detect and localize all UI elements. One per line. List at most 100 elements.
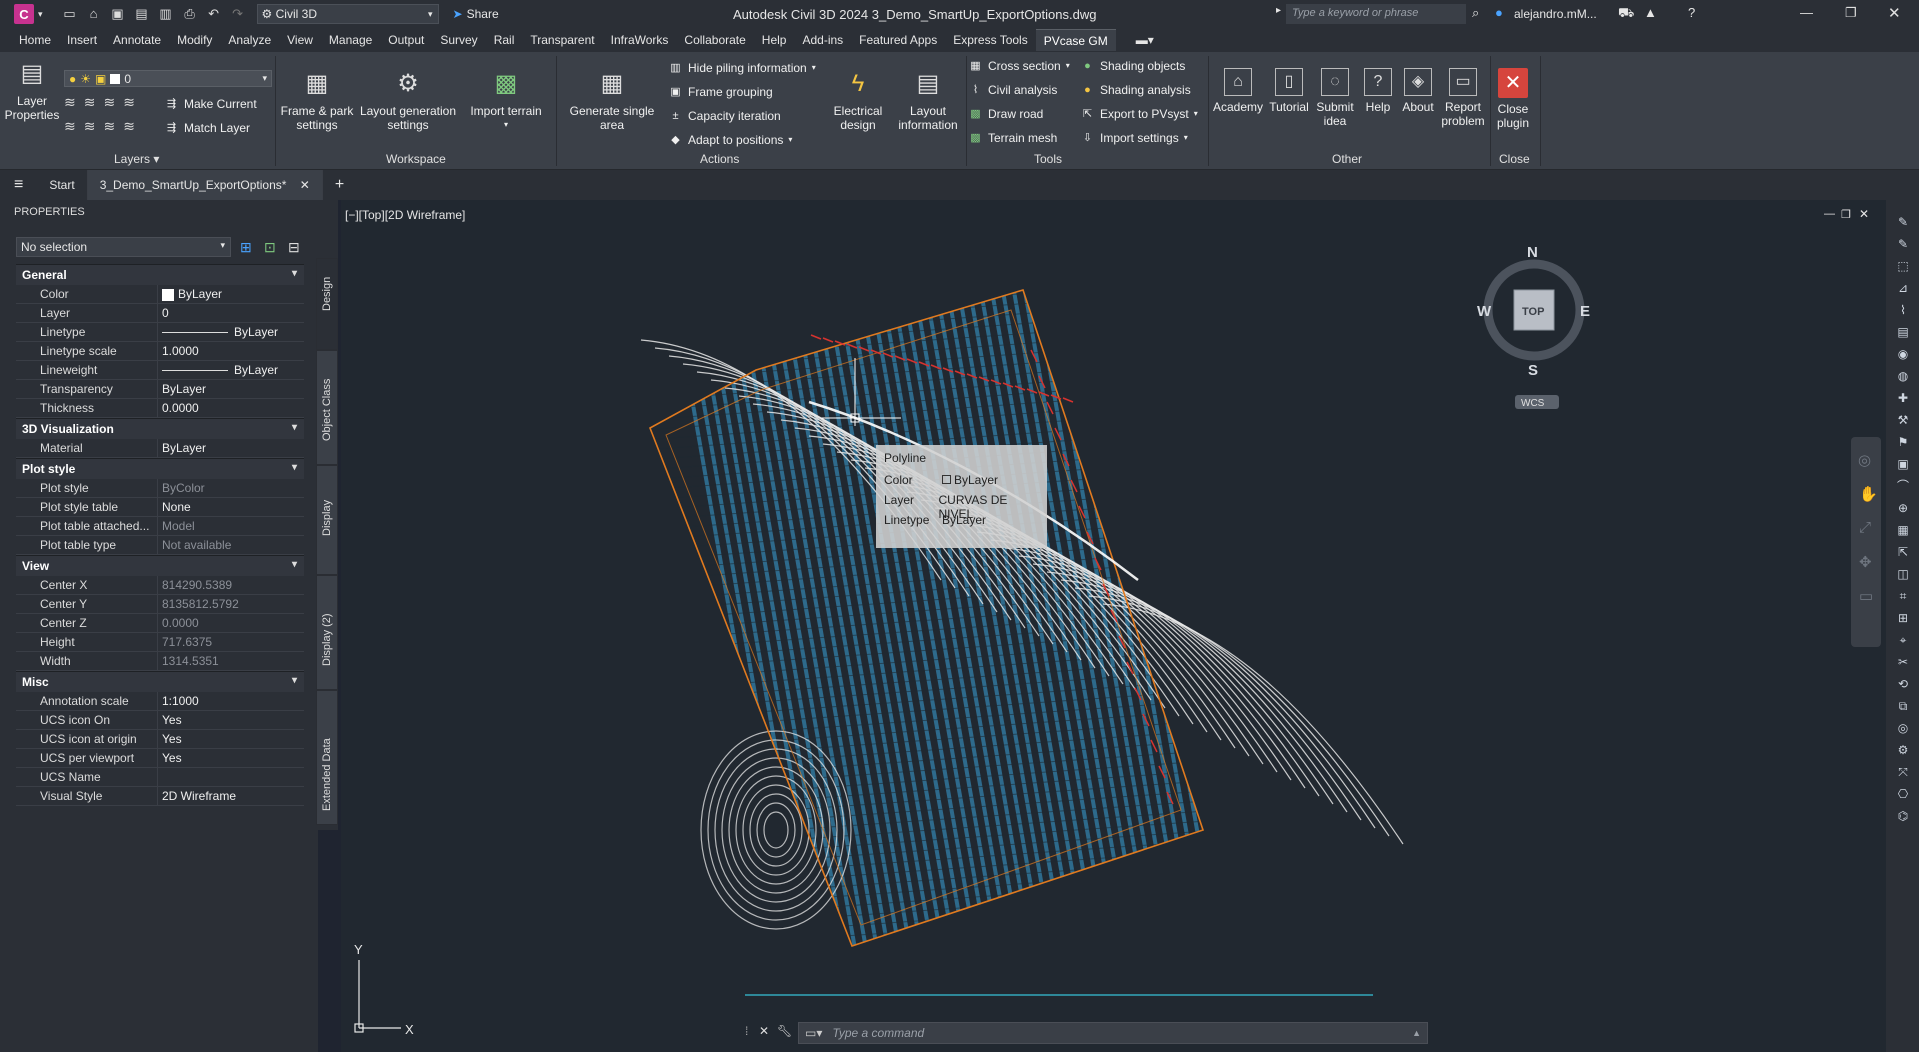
property-row[interactable]: Height 717.6375 xyxy=(16,633,304,652)
match-layer-button[interactable]: ⇶ Match Layer xyxy=(164,120,250,135)
open-file-icon[interactable]: ⌂ xyxy=(85,6,103,22)
property-row[interactable]: Linetype ByLayer xyxy=(16,323,304,342)
report-problem-button[interactable]: ▭ Report problem xyxy=(1438,68,1488,128)
shading-objects-button[interactable]: ● Shading objects xyxy=(1080,58,1185,73)
tool-palette-icon[interactable]: ✎ xyxy=(1895,214,1911,230)
site-drawing[interactable]: X Y TOP N S E W WCS xyxy=(341,200,1886,1052)
workspace-select[interactable]: ⚙ Civil 3D ▾ xyxy=(256,4,439,24)
tool-palette-icon[interactable]: ⊞ xyxy=(1895,610,1911,626)
hide-piling-button[interactable]: ▥ Hide piling information ▾ xyxy=(668,60,815,75)
tab-annotate[interactable]: Annotate xyxy=(105,29,169,51)
save-as-icon[interactable]: ▤ xyxy=(133,6,151,22)
property-value[interactable]: ByLayer xyxy=(158,361,304,379)
category-plot-style[interactable]: Plot style ▾ xyxy=(16,458,304,479)
tool-palette-icon[interactable]: ✂ xyxy=(1895,654,1911,670)
tab-help[interactable]: Help xyxy=(754,29,795,51)
cart-icon[interactable]: ⛟ xyxy=(1618,5,1634,23)
print-icon[interactable]: ⎙ xyxy=(181,6,199,22)
property-row[interactable]: Visual Style 2D Wireframe xyxy=(16,787,304,806)
tool-palette-icon[interactable]: ⌗ xyxy=(1895,588,1911,604)
compass-east[interactable]: E xyxy=(1580,303,1590,320)
frame-park-settings-button[interactable]: ▦ Frame & park settings xyxy=(278,68,356,133)
tab-addins[interactable]: Add-ins xyxy=(794,29,851,51)
property-value[interactable]: 1:1000 xyxy=(158,692,304,710)
compass-south[interactable]: S xyxy=(1528,362,1538,379)
import-terrain-button[interactable]: ▩ Import terrain ▾ xyxy=(466,68,546,132)
tool-palette-icon[interactable]: ◉ xyxy=(1895,346,1911,362)
about-button[interactable]: ◈ About xyxy=(1398,68,1438,114)
toggle-pickadd-icon[interactable]: ⊞ xyxy=(240,239,252,256)
app-menu-arrow-icon[interactable]: ▾ xyxy=(38,9,43,20)
command-close-icon[interactable]: ✕ xyxy=(759,1024,769,1038)
command-history-icon[interactable]: ▲ xyxy=(1412,1028,1421,1038)
property-row[interactable]: Width 1314.5351 xyxy=(16,652,304,671)
viewcube-top-face[interactable]: TOP xyxy=(1522,306,1544,318)
command-customize-icon[interactable]: 🔧︎ xyxy=(777,1024,792,1038)
steering-wheel-icon[interactable]: ◎ xyxy=(1858,451,1871,469)
drawing-viewport[interactable]: [−][Top][2D Wireframe] — ❐ ✕ X Y TOP N S… xyxy=(341,200,1886,1052)
cross-section-button[interactable]: ▦ Cross section ▾ xyxy=(968,58,1069,73)
tool-palette-icon[interactable]: ⊕ xyxy=(1895,500,1911,516)
property-row[interactable]: Center Z 0.0000 xyxy=(16,614,304,633)
tool-palette-icon[interactable]: ⚑ xyxy=(1895,434,1911,450)
layout-information-button[interactable]: ▤ Layout information xyxy=(892,68,964,133)
tab-rail[interactable]: Rail xyxy=(486,29,523,51)
submit-idea-button[interactable]: ◌ Submit idea xyxy=(1312,68,1358,128)
generate-single-area-button[interactable]: ▦ Generate single area xyxy=(566,68,658,133)
tool-palette-icon[interactable]: ⇱ xyxy=(1895,544,1911,560)
terrain-mesh-button[interactable]: ▩ Terrain mesh xyxy=(968,130,1057,145)
minimize-icon[interactable]: — xyxy=(1800,5,1813,20)
close-window-icon[interactable]: ✕ xyxy=(1888,4,1901,22)
tab-transparent[interactable]: Transparent xyxy=(522,29,602,51)
orbit-icon[interactable]: ✥ xyxy=(1859,553,1872,571)
redo-icon[interactable]: ↷ xyxy=(229,6,247,22)
tool-palette-icon[interactable]: ◍ xyxy=(1895,368,1911,384)
pan-icon[interactable]: ✋ xyxy=(1859,485,1878,503)
tool-palette-icon[interactable]: ▦ xyxy=(1895,522,1911,538)
compass-north[interactable]: N xyxy=(1527,244,1538,261)
property-value[interactable]: ByLayer xyxy=(158,323,304,341)
selection-dropdown[interactable]: No selection ▾ xyxy=(16,237,231,257)
side-tab-object-class[interactable]: Object Class xyxy=(316,350,338,465)
draw-road-button[interactable]: ▩ Draw road xyxy=(968,106,1043,121)
tool-palette-icon[interactable]: ⌖ xyxy=(1895,632,1911,648)
electrical-design-button[interactable]: ϟ Electrical design xyxy=(828,68,888,133)
new-file-icon[interactable]: ▭ xyxy=(61,6,79,22)
property-row[interactable]: UCS icon On Yes xyxy=(16,711,304,730)
select-objects-icon[interactable]: ⊡ xyxy=(264,239,276,256)
adapt-positions-button[interactable]: ◆ Adapt to positions ▾ xyxy=(668,132,792,147)
side-tab-display-2[interactable]: Display (2) xyxy=(316,575,338,690)
share-button[interactable]: ➤ Share xyxy=(453,7,499,21)
tab-survey[interactable]: Survey xyxy=(432,29,485,51)
civil-analysis-button[interactable]: ⌇ Civil analysis xyxy=(968,82,1058,97)
tool-palette-icon[interactable]: ⤧ xyxy=(1895,764,1911,780)
close-tab-icon[interactable]: ✕ xyxy=(300,178,310,192)
new-tab-icon[interactable]: + xyxy=(323,170,356,200)
property-value[interactable]: None xyxy=(158,498,304,516)
restore-icon[interactable]: ❐ xyxy=(1845,5,1857,21)
category-misc[interactable]: Misc ▾ xyxy=(16,671,304,692)
property-row[interactable]: Plot style ByColor xyxy=(16,479,304,498)
tool-palette-icon[interactable]: ⚒ xyxy=(1895,412,1911,428)
tool-palette-icon[interactable]: ⎔ xyxy=(1895,786,1911,802)
search-expand-icon[interactable]: ▸ xyxy=(1276,5,1281,16)
layer-properties-button[interactable]: ▤ Layer Properties xyxy=(4,58,60,123)
showmotion-icon[interactable]: ▭ xyxy=(1859,587,1873,605)
hamburger-menu-icon[interactable]: ≡ xyxy=(0,170,37,200)
property-row[interactable]: Layer 0 xyxy=(16,304,304,323)
layout-generation-settings-button[interactable]: ⚙ Layout generation settings xyxy=(356,68,460,133)
property-row[interactable]: Center Y 8135812.5792 xyxy=(16,595,304,614)
export-pvsyst-button[interactable]: ⇱ Export to PVsyst ▾ xyxy=(1080,106,1198,121)
academy-button[interactable]: ⌂ Academy xyxy=(1210,68,1266,114)
property-value[interactable] xyxy=(158,768,304,786)
tool-palette-icon[interactable]: ⌇ xyxy=(1895,302,1911,318)
tool-palette-icon[interactable]: ⧉ xyxy=(1895,698,1911,714)
tool-palette-icon[interactable]: ✎ xyxy=(1895,236,1911,252)
autodesk-icon[interactable]: ▲ xyxy=(1644,5,1657,20)
user-icon[interactable]: ● xyxy=(1495,5,1503,20)
frame-grouping-button[interactable]: ▣ Frame grouping xyxy=(668,84,772,99)
search-input[interactable]: Type a keyword or phrase xyxy=(1286,4,1466,24)
help-icon[interactable]: ? xyxy=(1688,5,1695,20)
tool-palette-icon[interactable]: ⟲ xyxy=(1895,676,1911,692)
tab-output[interactable]: Output xyxy=(380,29,432,51)
